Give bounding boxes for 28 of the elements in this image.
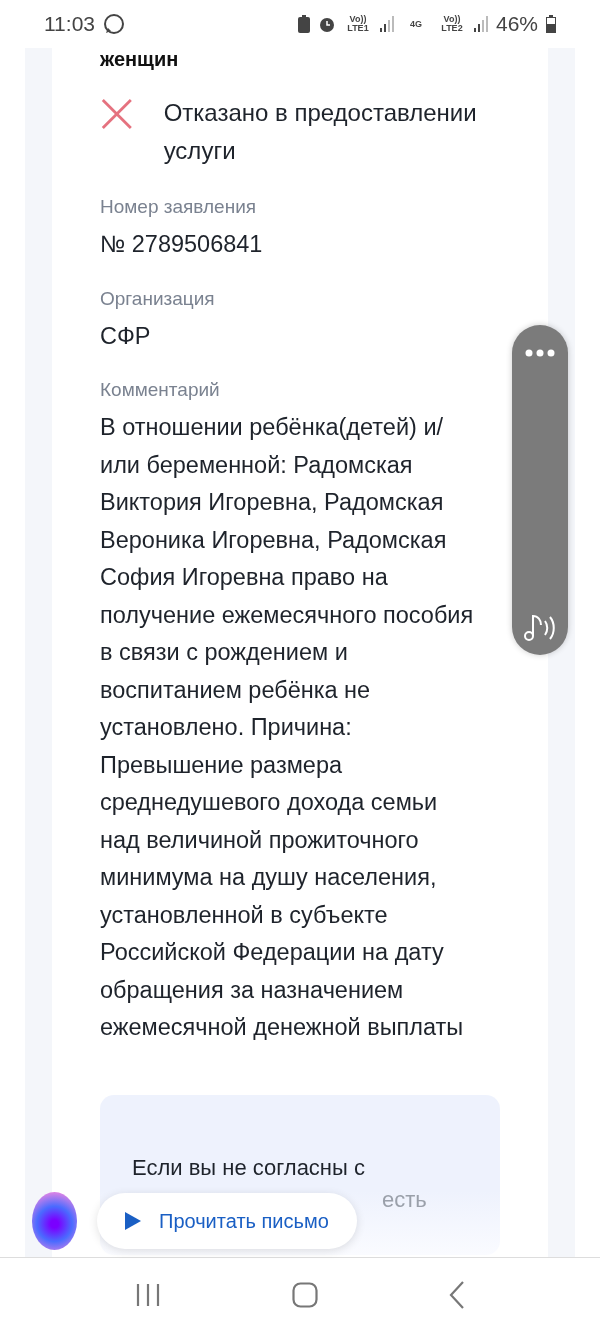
network-label: Vo)) LTE1 bbox=[346, 15, 370, 33]
field-value: СФР bbox=[100, 321, 152, 351]
notice-text: Если вы не согласны с bbox=[132, 1154, 366, 1181]
read-letter-button[interactable]: Прочитать письмо bbox=[97, 1193, 357, 1249]
field-value: В отношении ребёнка(детей) и/или беременной: Радомская Виктория Игоревна, Радомская Вероника Игоревна, Радомская София Игоревна право на получение ежемесячного пособия в связи с рождением и воспитанием ребёнка не установлено. Причина: Превышение размера среднедушевого дохода семьи над величиной прожиточного минимума на душу населения, установленной в субъекте Российской Федерации на дату обращения за назначением ежемесячной денежной выплаты bbox=[100, 413, 475, 1042]
alarm-icon bbox=[317, 15, 336, 33]
cross-icon bbox=[100, 96, 134, 132]
back-icon[interactable] bbox=[448, 1281, 465, 1309]
network-label: 4G bbox=[408, 19, 423, 29]
home-icon[interactable] bbox=[292, 1282, 318, 1308]
field-label: Номер заявления bbox=[100, 195, 257, 219]
chat-icon bbox=[103, 13, 125, 35]
field-label: Комментарий bbox=[100, 378, 220, 402]
status-text: Отказано в предоставлении услуги bbox=[163, 98, 478, 166]
notice-text-fragment: есть bbox=[382, 1186, 428, 1213]
battery-percent: 46% bbox=[495, 12, 538, 36]
field-label: Организация bbox=[100, 286, 215, 311]
battery-saver-icon bbox=[297, 15, 310, 33]
clock-time: 11:03 bbox=[44, 12, 95, 36]
play-icon bbox=[125, 1212, 141, 1230]
recent-apps-icon[interactable] bbox=[135, 1283, 162, 1307]
field-value: № 2789506841 bbox=[100, 230, 264, 259]
title-fragment: женщин bbox=[100, 48, 179, 70]
more-icon[interactable] bbox=[525, 349, 555, 357]
network-label: Vo)) LTE2 bbox=[440, 15, 464, 33]
signal-icon bbox=[379, 16, 394, 32]
battery-icon bbox=[546, 15, 556, 33]
signal-icon bbox=[473, 16, 488, 32]
